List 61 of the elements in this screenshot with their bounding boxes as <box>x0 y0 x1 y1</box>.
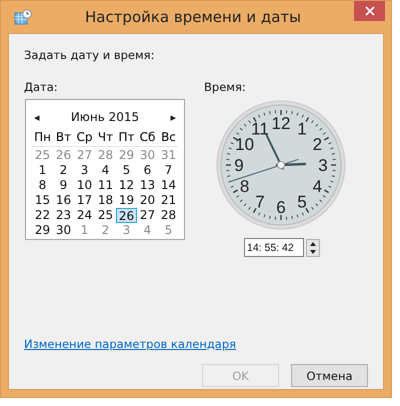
calendar-day[interactable]: 8 <box>32 178 53 193</box>
weekday-label: Вт <box>54 130 72 144</box>
next-month-button[interactable]: ▸ <box>170 110 176 124</box>
calendar-day[interactable]: 24 <box>74 208 95 223</box>
calendar-day[interactable]: 9 <box>53 178 74 193</box>
calendar-day[interactable]: 22 <box>32 208 53 223</box>
calendar-day[interactable]: 21 <box>158 193 179 208</box>
window-title: Настройка времени и даты <box>84 8 302 26</box>
calendar-day[interactable]: 2 <box>53 163 74 178</box>
clock-numeral: 12 <box>272 114 290 133</box>
calendar-day[interactable]: 25 <box>95 208 116 223</box>
calendar-day[interactable]: 17 <box>74 193 95 208</box>
clock-numeral: 9 <box>234 156 244 175</box>
month-title: Июнь 2015 <box>70 110 140 124</box>
dialog-button[interactable]: Отмена <box>291 364 368 387</box>
calendar-day[interactable]: 19 <box>116 193 137 208</box>
calendar-day[interactable]: 7 <box>158 163 179 178</box>
time-field[interactable]: 14: 55: 42 <box>244 238 304 257</box>
clock-numeral: 4 <box>312 177 322 196</box>
close-icon <box>364 6 374 16</box>
calendar-day[interactable]: 13 <box>137 178 158 193</box>
clock-numeral: 2 <box>312 135 322 154</box>
calendar-clock-icon <box>14 9 32 25</box>
previous-month-button[interactable]: ◂ <box>34 110 40 124</box>
weekday-label: Сб <box>138 130 156 144</box>
calendar-day[interactable]: 4 <box>95 163 116 178</box>
clock-numeral: 3 <box>318 156 328 175</box>
section-heading: Задать дату и время: <box>24 48 156 62</box>
clock-numeral: 1 <box>297 120 307 139</box>
calendar-day[interactable]: 27 <box>137 208 158 223</box>
calendar-settings-link[interactable]: Изменение параметров календаря <box>24 337 236 351</box>
weekday-label: Чт <box>96 130 114 144</box>
calendar-day[interactable]: 5 <box>116 163 137 178</box>
weekday-label: Вс <box>160 130 177 144</box>
calendar-day[interactable]: 30 <box>53 223 74 238</box>
calendar-day[interactable]: 1 <box>32 163 53 178</box>
calendar-day[interactable]: 23 <box>53 208 74 223</box>
weekday-label: Пн <box>33 130 52 144</box>
close-button[interactable] <box>354 1 385 21</box>
clock-numeral: 6 <box>276 198 286 217</box>
calendar-day[interactable]: 29 <box>32 223 53 238</box>
time-label: Время: <box>204 80 247 94</box>
clock-numeral: 7 <box>255 192 265 212</box>
calendar-day[interactable]: 16 <box>53 193 74 208</box>
time-spinner[interactable] <box>306 238 320 256</box>
date-label: Дата: <box>24 80 58 94</box>
calendar-day[interactable]: 12 <box>116 178 137 193</box>
clock-numeral: 8 <box>240 177 250 196</box>
clock-numeral: 5 <box>297 192 307 212</box>
calendar-day[interactable]: 18 <box>95 193 116 208</box>
calendar-day[interactable]: 11 <box>95 178 116 193</box>
calendar-day[interactable]: 20 <box>137 193 158 208</box>
calendar-day[interactable]: 15 <box>32 193 53 208</box>
weekday-label: Ср <box>76 130 94 144</box>
calendar-day[interactable]: 6 <box>137 163 158 178</box>
weekday-label: Пт <box>117 130 136 144</box>
calendar-day[interactable]: 3 <box>74 163 95 178</box>
calendar-day[interactable]: 14 <box>158 178 179 193</box>
calendar-day[interactable]: 28 <box>158 208 179 223</box>
calendar-day[interactable]: 10 <box>74 178 95 193</box>
calendar-day[interactable]: 26 <box>116 208 137 223</box>
